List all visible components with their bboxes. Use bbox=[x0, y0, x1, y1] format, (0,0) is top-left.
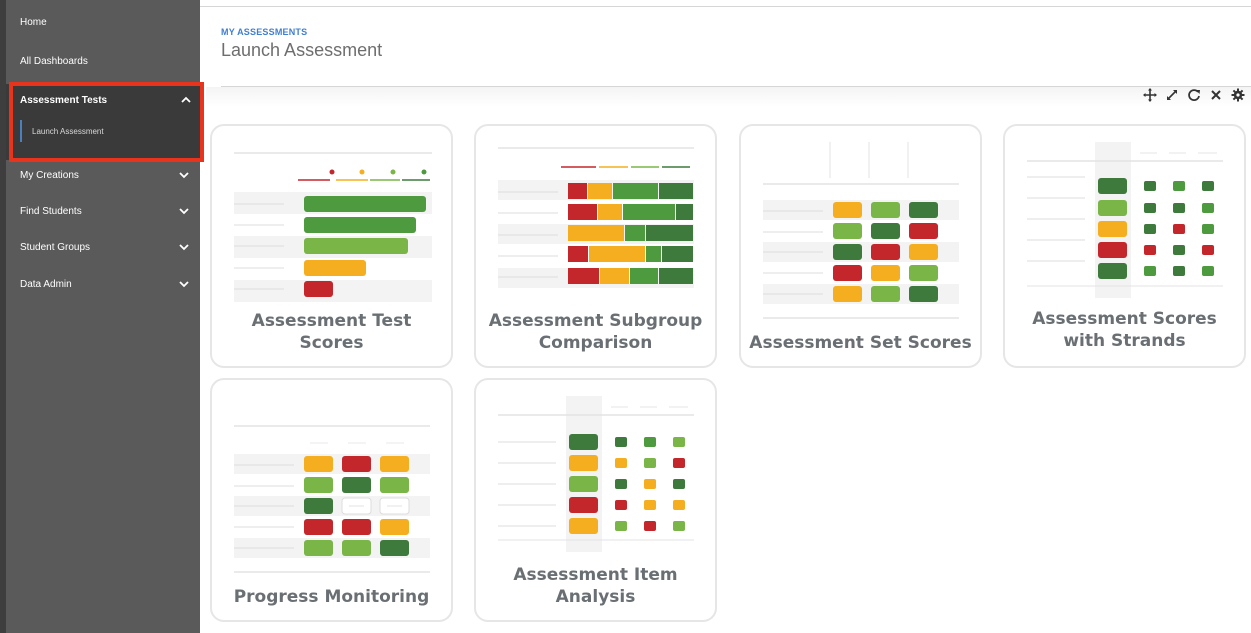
card-title-line: Assessment Item bbox=[513, 565, 678, 585]
chevron-down-icon bbox=[179, 172, 189, 179]
sidebar-item-student-groups[interactable]: Student Groups bbox=[20, 237, 190, 257]
sidebar-item-launch-assessment[interactable]: Launch Assessment bbox=[20, 120, 190, 142]
app-root: Home All Dashboards Assessment Tests Lau… bbox=[0, 0, 1251, 633]
card-assessment-test-scores[interactable]: Assessment Test Scores bbox=[210, 124, 453, 368]
card-assessment-scores-with-strands[interactable]: Assessment Scores with Strands bbox=[1003, 124, 1246, 368]
card-title: Assessment Set Scores bbox=[749, 333, 972, 353]
card-title-line: Assessment Scores bbox=[1032, 309, 1217, 329]
card-title-line: with Strands bbox=[1063, 331, 1186, 351]
chevron-down-icon bbox=[179, 244, 189, 251]
sidebar-group-assessment-tests: Assessment Tests Launch Assessment bbox=[6, 84, 200, 160]
sidebar-item-label: Data Admin bbox=[20, 278, 72, 290]
sidebar-item-assessment-tests[interactable]: Assessment Tests bbox=[20, 94, 192, 106]
chevron-down-icon bbox=[179, 281, 189, 288]
card-assessment-set-scores[interactable]: Assessment Set Scores bbox=[739, 124, 982, 368]
card-assessment-item-analysis[interactable]: Assessment Item Analysis bbox=[474, 378, 717, 622]
refresh-icon[interactable] bbox=[1187, 88, 1201, 102]
sidebar-item-find-students[interactable]: Find Students bbox=[20, 201, 190, 221]
card-title-line: Assessment Subgroup bbox=[488, 311, 703, 331]
sidebar-item-data-admin[interactable]: Data Admin bbox=[20, 274, 190, 294]
card-title: Assessment Item Analysis bbox=[482, 564, 709, 608]
sidebar-item-label: My Creations bbox=[20, 169, 79, 181]
page-title: Launch Assessment bbox=[221, 40, 383, 60]
gear-icon[interactable] bbox=[1231, 88, 1245, 102]
sidebar-item-home[interactable]: Home bbox=[20, 17, 47, 28]
card-title: Assessment Test Scores bbox=[251, 311, 412, 353]
card-title-line: Analysis bbox=[555, 587, 636, 607]
chevron-up-icon bbox=[181, 96, 191, 103]
sidebar-item-label: Assessment Tests bbox=[20, 94, 108, 106]
sidebar-item-label: Find Students bbox=[20, 205, 82, 217]
breadcrumb[interactable]: MY ASSESSMENTS bbox=[221, 27, 307, 37]
widget-bar bbox=[206, 87, 1251, 107]
card-title: Assessment Subgroup Comparison bbox=[482, 310, 709, 354]
sidebar-item-label: Student Groups bbox=[20, 241, 91, 253]
close-icon[interactable] bbox=[1209, 88, 1223, 102]
sidebar-item-my-creations[interactable]: My Creations bbox=[20, 165, 190, 185]
widget-toolbar bbox=[1143, 88, 1245, 102]
card-title-line: Comparison bbox=[538, 333, 653, 353]
chevron-down-icon bbox=[179, 208, 189, 215]
expand-icon[interactable] bbox=[1165, 88, 1179, 102]
card-title: Assessment Scores with Strands bbox=[1011, 308, 1238, 352]
card-title: Progress Monitoring bbox=[233, 587, 430, 607]
card-progress-monitoring[interactable]: Progress Monitoring bbox=[210, 378, 453, 622]
move-icon[interactable] bbox=[1143, 88, 1157, 102]
top-divider bbox=[200, 6, 1251, 7]
sidebar-item-all-dashboards[interactable]: All Dashboards bbox=[20, 56, 88, 67]
card-assessment-subgroup-comparison[interactable]: Assessment Subgroup Comparison bbox=[474, 124, 717, 368]
legend-dots bbox=[298, 169, 430, 181]
sidebar: Home All Dashboards Assessment Tests Lau… bbox=[0, 0, 200, 633]
